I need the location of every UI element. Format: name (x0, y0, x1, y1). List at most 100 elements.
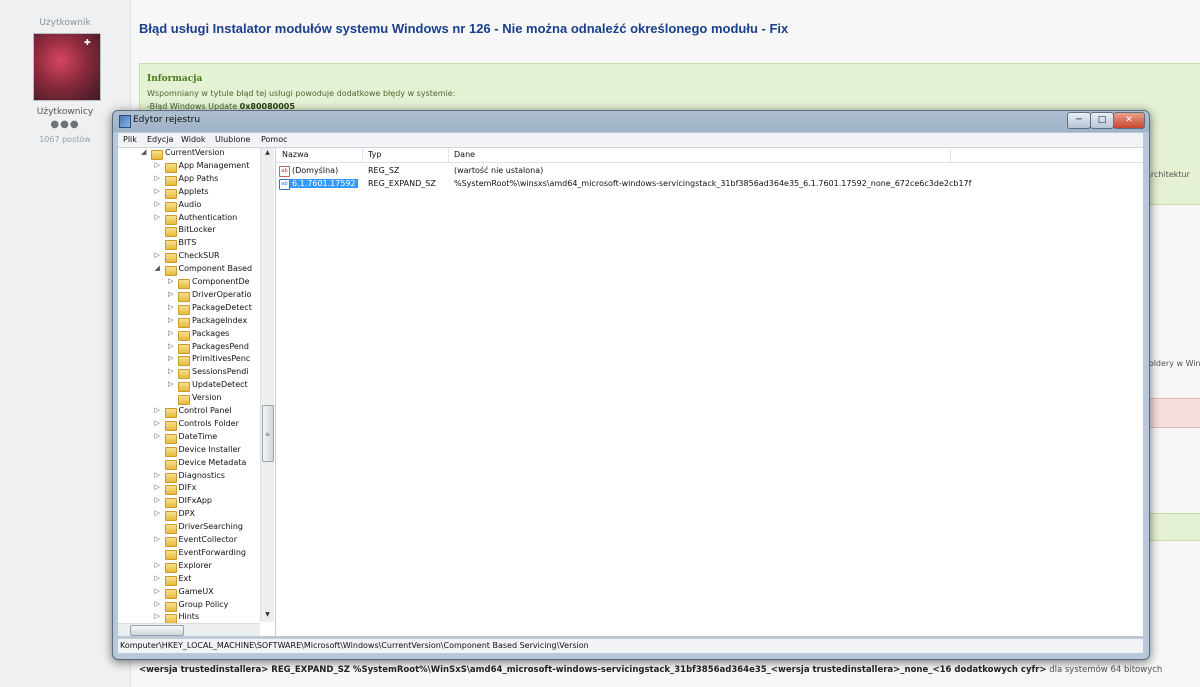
tree-item[interactable]: ▷ Explorer (118, 561, 260, 574)
tree-item[interactable]: ▷ CheckSUR (118, 251, 260, 264)
tree-item[interactable]: ▷ Control Panel (118, 406, 260, 419)
tree-item[interactable]: ▷ PackageIndex (118, 316, 260, 329)
tree-item[interactable]: ▷ DPX (118, 509, 260, 522)
tree-item[interactable]: ▷ GameUX (118, 587, 260, 600)
tree-item[interactable]: BitLocker (118, 225, 260, 238)
tree-item-label: DriverOperatio (192, 289, 252, 299)
tree-expander-icon[interactable]: ▷ (155, 251, 163, 259)
tree-expander-icon[interactable]: ▷ (155, 187, 163, 195)
tree-expander-icon[interactable]: ▷ (155, 535, 163, 543)
tree-expander-icon[interactable]: ▷ (168, 367, 176, 375)
tree-item[interactable]: ▷ EventCollector (118, 535, 260, 548)
minimize-button[interactable]: ─ (1067, 112, 1091, 129)
tree-item[interactable]: Version (118, 393, 260, 406)
tree-expander-icon[interactable]: ▷ (168, 316, 176, 324)
values-list[interactable]: Nazwa Typ Dane ab (Domyślna) REG_SZ (war… (276, 148, 1143, 636)
close-button[interactable]: ✕ (1113, 112, 1145, 129)
scroll-down-arrow-icon[interactable]: ▼ (261, 611, 274, 621)
list-item[interactable]: ab (Domyślna) REG_SZ (wartość nie ustalo… (276, 165, 1143, 178)
tree-expander-icon[interactable]: ▷ (155, 574, 163, 582)
tree-hscroll-thumb[interactable] (130, 625, 184, 636)
tree-item[interactable]: ▷ PackagesPend (118, 342, 260, 355)
tree-expander-icon[interactable]: ▷ (155, 432, 163, 440)
menu-help[interactable]: Pomoc (261, 135, 288, 144)
tree-item[interactable]: Device Metadata (118, 458, 260, 471)
column-header-name[interactable]: Nazwa (282, 150, 309, 159)
column-separator[interactable] (362, 148, 363, 162)
tree-item[interactable]: ▷ DriverOperatio (118, 290, 260, 303)
tree-item[interactable]: ◢ CurrentVersion (118, 148, 260, 161)
column-separator[interactable] (448, 148, 449, 162)
menu-view[interactable]: Widok (181, 135, 206, 144)
menu-favorites[interactable]: Ulubione (215, 135, 250, 144)
tree-expander-icon[interactable]: ▷ (155, 200, 163, 208)
tree-expander-icon[interactable]: ▷ (168, 290, 176, 298)
tree-item[interactable]: ▷ Packages (118, 329, 260, 342)
tree-item[interactable]: ▷ ComponentDe (118, 277, 260, 290)
tree-expander-icon[interactable]: ▷ (155, 496, 163, 504)
column-header-type[interactable]: Typ (368, 150, 381, 159)
tree-expander-icon[interactable]: ▷ (168, 303, 176, 311)
tree-item[interactable]: ▷ PackageDetect (118, 303, 260, 316)
tree-expander-icon[interactable]: ▷ (155, 213, 163, 221)
tree-item[interactable]: ▷ Controls Folder (118, 419, 260, 432)
tree-item[interactable]: ▷ PrimitivesPenc (118, 354, 260, 367)
tree-item[interactable]: ▷ Audio (118, 200, 260, 213)
tree-item[interactable]: ▷ Applets (118, 187, 260, 200)
tree-expander-icon[interactable]: ▷ (155, 612, 163, 620)
tree-item[interactable]: ▷ Ext (118, 574, 260, 587)
tree-expander-icon[interactable]: ▷ (155, 483, 163, 491)
username[interactable]: Użytkownicy (0, 107, 130, 117)
column-header-data[interactable]: Dane (454, 150, 475, 159)
tree-expander-icon[interactable]: ▷ (168, 329, 176, 337)
tree-item[interactable]: ▷ Diagnostics (118, 471, 260, 484)
tree-item-label: Control Panel (178, 406, 232, 415)
tree-item-label: CheckSUR (178, 251, 220, 261)
tree-horizontal-scrollbar[interactable] (118, 623, 260, 636)
tree-expander-icon[interactable]: ▷ (155, 587, 163, 595)
tree-item[interactable]: DriverSearching (118, 522, 260, 535)
tree-item[interactable]: ▷ Authentication (118, 213, 260, 226)
maximize-button[interactable]: □ (1090, 112, 1114, 129)
tree-item[interactable]: ▷ SessionsPendi (118, 367, 260, 380)
menu-file[interactable]: Plik (123, 135, 137, 144)
menu-edit[interactable]: Edycja (147, 135, 173, 144)
registry-tree[interactable]: ◢ CurrentVersion ▷ App Management ▷ App Paths… (118, 148, 276, 636)
tree-scroll-thumb[interactable]: ≡ (262, 405, 274, 462)
tree-item[interactable]: ▷ DIFxApp (118, 496, 260, 509)
tree-expander-icon[interactable]: ▷ (155, 174, 163, 182)
tree-expander-icon[interactable]: ◢ (155, 264, 163, 272)
tree-item[interactable]: ◢ Component Based (118, 264, 260, 277)
tree-expander-icon[interactable]: ▷ (155, 561, 163, 569)
tree-item[interactable]: ▷ Group Policy (118, 600, 260, 613)
avatar[interactable]: ✚ (33, 33, 101, 101)
tree-expander-icon[interactable]: ▷ (155, 161, 163, 169)
tree-item[interactable]: ▷ App Management (118, 161, 260, 174)
tree-expander-icon[interactable]: ▷ (168, 342, 176, 350)
registry-editor-window[interactable]: Edytor rejestru ─ □ ✕ Plik Edycja Widok … (112, 110, 1150, 660)
scroll-up-arrow-icon[interactable]: ▲ (261, 149, 274, 159)
tree-item[interactable]: ▷ DateTime (118, 432, 260, 445)
value-name-selected[interactable]: 6.1.7601.17592 (290, 179, 358, 188)
tree-expander-icon[interactable]: ▷ (155, 600, 163, 608)
tree-item[interactable]: ▷ App Paths (118, 174, 260, 187)
list-item[interactable]: ab 6.1.7601.17592 REG_EXPAND_SZ %SystemR… (276, 178, 1143, 191)
tree-item[interactable]: EventForwarding (118, 548, 260, 561)
user-role-label: Użytkownik (39, 18, 91, 28)
tree-expander-icon[interactable]: ◢ (141, 148, 149, 156)
tree-item[interactable]: ▷ UpdateDetect (118, 380, 260, 393)
title-bar[interactable]: Edytor rejestru ─ □ ✕ (113, 111, 1149, 132)
side-snippet-2: foldery w Win (1146, 359, 1200, 368)
tree-item[interactable]: Device Installer (118, 445, 260, 458)
tree-expander-icon[interactable]: ▷ (168, 277, 176, 285)
tree-expander-icon[interactable]: ▷ (168, 380, 176, 388)
tree-item[interactable]: ▷ DIFx (118, 483, 260, 496)
tree-expander-icon[interactable]: ▷ (155, 406, 163, 414)
tree-expander-icon[interactable]: ▷ (168, 354, 176, 362)
tree-expander-icon[interactable]: ▷ (155, 509, 163, 517)
tree-expander-icon[interactable]: ▷ (155, 419, 163, 427)
column-separator[interactable] (950, 148, 951, 162)
tree-item[interactable]: BITS (118, 238, 260, 251)
tree-expander-icon[interactable]: ▷ (155, 471, 163, 479)
tree-vertical-scrollbar[interactable]: ▲ ≡ ▼ (260, 148, 274, 622)
